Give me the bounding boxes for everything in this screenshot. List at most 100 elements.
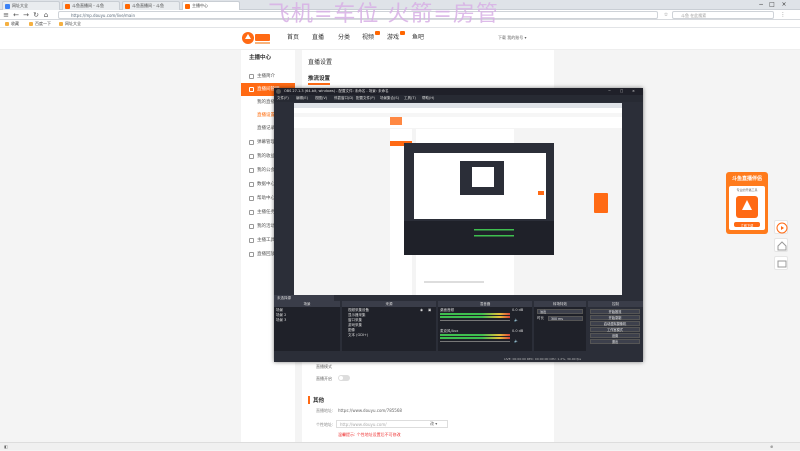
scene-item[interactable]: 场景 3 — [276, 318, 286, 323]
menu-tools[interactable]: 工具(T) — [404, 95, 416, 102]
scenes-panel[interactable]: 场景 场景 2 场景 3 — [274, 307, 340, 351]
favicon-icon — [5, 4, 10, 9]
guild-icon — [249, 168, 254, 173]
douyu-logo[interactable] — [241, 31, 271, 45]
eye-icon[interactable]: ◉ — [420, 308, 423, 312]
mixer-panel: 桌面音频 0.0 dB 🔈 麦克风/Aux 0.0 dB 🔈 — [438, 307, 532, 351]
obs-window[interactable]: OBS 27.1.3 (64-bit, windows) - 配置文件: 未命名… — [274, 88, 643, 362]
menu-profile[interactable]: 配置文件(P) — [356, 95, 375, 102]
sources-panel[interactable]: 视频采集设备 显示器采集 窗口采集 游戏采集 图像 文本 (GDI+) ◉ ▣ — [342, 307, 436, 351]
browser-status-bar: ◧ ⊕ — [0, 442, 800, 450]
live-companion-promo[interactable]: 斗鱼直播伴侣 专业的开播工具 立即下载 — [726, 172, 768, 234]
tool-icon — [249, 238, 254, 243]
promo-download-button[interactable]: 立即下载 — [734, 223, 760, 228]
close-icon[interactable]: × — [632, 88, 635, 95]
studio-mode-button[interactable]: 工作室模式 — [590, 327, 640, 332]
mixer-db: 0.0 dB — [512, 329, 524, 333]
nav-video[interactable]: 视频 — [362, 32, 374, 44]
obs-status-bar: LIVE: 00:00:00 REC: 00:00:00 CPU: 1.2%, … — [274, 356, 643, 362]
menu-dock[interactable]: 停靠窗口(D) — [334, 95, 353, 102]
nav-home[interactable]: 首页 — [287, 32, 299, 44]
audio-meter — [440, 337, 510, 339]
tab-home[interactable]: 网址大全 — [2, 1, 60, 10]
home-icon[interactable] — [774, 238, 788, 252]
menu-file[interactable]: 文件(F) — [277, 95, 289, 102]
room-url-label: 直播地址: — [316, 408, 334, 413]
reload-icon[interactable]: ↻ — [32, 11, 40, 19]
tv-icon — [249, 87, 254, 92]
maximize-icon[interactable]: □ — [620, 88, 623, 95]
share-icon[interactable] — [774, 256, 788, 270]
maximize-icon[interactable]: □ — [767, 1, 777, 9]
forward-icon[interactable]: → — [22, 11, 30, 19]
menu-icon[interactable]: ≡ — [2, 11, 10, 19]
start-streaming-button[interactable]: 开始推流 — [590, 309, 640, 314]
close-icon[interactable]: × — [779, 1, 789, 9]
duration-input[interactable]: 300 ms — [548, 316, 583, 321]
favicon-icon — [65, 4, 70, 9]
bookmark-item[interactable]: 网址大全 — [58, 20, 81, 28]
home-icon[interactable]: ⌂ — [42, 11, 50, 19]
speaker-icon[interactable]: 🔈 — [514, 339, 518, 343]
favicon-icon — [185, 4, 190, 9]
custom-url-select[interactable]: 改 ▾ — [430, 420, 448, 428]
speaker-icon[interactable]: 🔈 — [514, 318, 518, 322]
preview-capture-graphic — [294, 103, 622, 295]
play-icon[interactable] — [774, 220, 788, 234]
web-search-input[interactable]: 斗鱼 在此搜索 — [672, 11, 774, 19]
nav-live[interactable]: 直播 — [312, 32, 324, 44]
page-title: 直播设置 — [308, 59, 333, 66]
obs-logo-icon — [276, 89, 281, 94]
transition-select[interactable]: 淡出 — [537, 309, 583, 314]
menu-scene-collection[interactable]: 场景集合(S) — [380, 95, 399, 102]
minimize-icon[interactable]: − — [756, 1, 766, 9]
obs-preview[interactable] — [294, 103, 622, 295]
virtual-camera-button[interactable]: 启动虚拟摄像机 — [590, 321, 640, 326]
obs-titlebar[interactable]: OBS 27.1.3 (64-bit, windows) - 配置文件: 未命名… — [274, 88, 643, 95]
favicon-icon — [125, 4, 130, 9]
live-toggle[interactable] — [338, 375, 350, 381]
custom-url-label: 个性地址: — [316, 422, 334, 427]
volume-slider[interactable] — [440, 320, 510, 321]
mixer-db: 0.0 dB — [512, 308, 524, 312]
task-icon — [249, 210, 254, 215]
setting-label: 直播模式 — [316, 364, 332, 369]
tab-stream-settings[interactable]: 推流设置 — [308, 74, 331, 85]
start-recording-button[interactable]: 开始录制 — [590, 315, 640, 320]
bookmark-item[interactable]: 百度一下 — [28, 20, 51, 28]
menu-view[interactable]: 视图(V) — [315, 95, 327, 102]
promo-subtitle: 专业的开播工具 — [736, 188, 758, 192]
menu-item[interactable]: 主播简介 — [241, 70, 295, 83]
setting-label: 直播开启 — [316, 376, 332, 381]
menu-edit[interactable]: 编辑(E) — [296, 95, 308, 102]
custom-url-note: 温馨提示: 个性地址设置后不可修改 — [338, 432, 401, 437]
promo-title: 斗鱼直播伴侣 — [731, 176, 762, 182]
audio-meter — [440, 313, 510, 315]
audio-meter — [440, 316, 510, 318]
menu-header: 主播中心 — [249, 55, 272, 61]
event-icon — [249, 224, 254, 229]
nav-category[interactable]: 分类 — [338, 32, 350, 44]
transitions-panel: 淡出 时长 300 ms — [534, 307, 586, 351]
minimize-icon[interactable]: − — [608, 88, 611, 95]
source-item[interactable]: 文本 (GDI+) — [348, 333, 368, 338]
obs-dock-area: 未选择源 场景 来源 混音器 转场特效 控制 场景 场景 2 场景 3 视频采集… — [274, 295, 643, 362]
lock-icon[interactable]: ▣ — [428, 308, 431, 312]
header-user-area[interactable]: 下载 我的账号 ▾ — [498, 35, 527, 41]
back-icon[interactable]: ← — [12, 11, 20, 19]
star-icon[interactable]: ☆ — [662, 11, 670, 19]
menu-help[interactable]: 帮助(H) — [422, 95, 434, 102]
volume-slider[interactable] — [440, 341, 510, 342]
exit-button[interactable]: 退出 — [590, 339, 640, 344]
room-url-value[interactable]: https://www.douyu.com/785568 — [338, 408, 402, 413]
hot-badge — [400, 31, 405, 35]
bookmark-item[interactable]: 收藏 — [4, 20, 19, 28]
nav-fishbar[interactable]: 鱼吧 — [412, 32, 424, 44]
tab-anchor-center[interactable]: 主播中心 — [182, 1, 240, 10]
nav-game[interactable]: 游戏 — [387, 32, 399, 44]
settings-button[interactable]: 设置 — [590, 333, 640, 338]
dock-title-controls: 控制 — [588, 301, 643, 307]
more-icon[interactable]: ⋮ — [779, 11, 787, 19]
tab-douyu-2[interactable]: 斗鱼直播间 - 斗鱼 — [122, 1, 180, 10]
tab-douyu-1[interactable]: 斗鱼直播间 - 斗鱼 — [62, 1, 120, 10]
